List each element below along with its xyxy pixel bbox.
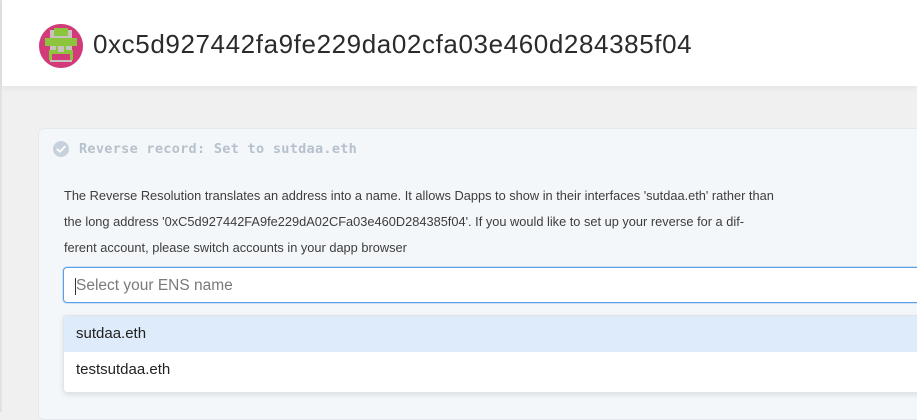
identicon-avatar bbox=[39, 24, 83, 68]
address-header: 0xc5d927442fa9fe229da02cfa03e460d284385f… bbox=[2, 0, 917, 86]
ens-name-select[interactable]: Select your ENS name bbox=[63, 267, 917, 303]
account-address: 0xc5d927442fa9fe229da02cfa03e460d284385f… bbox=[93, 29, 693, 59]
description-line: the long address '0xC5d927442FA9fe229dA0… bbox=[64, 214, 745, 229]
ens-name-dropdown-menu: sutdaa.eth testsutdaa.eth bbox=[63, 315, 917, 393]
reverse-record-panel: Reverse record: Set to sutdaa.eth The Re… bbox=[38, 128, 917, 420]
reverse-record-title: Reverse record: Set to sutdaa.eth bbox=[79, 141, 358, 157]
dropdown-option-sutdaa[interactable]: sutdaa.eth bbox=[64, 316, 917, 352]
reverse-record-header[interactable]: Reverse record: Set to sutdaa.eth bbox=[53, 139, 357, 159]
ens-name-select-placeholder: Select your ENS name bbox=[76, 277, 233, 294]
reverse-resolution-description: The Reverse Resolution translates an add… bbox=[64, 183, 844, 261]
description-line: The Reverse Resolution translates an add… bbox=[64, 188, 774, 203]
dropdown-option-testsutdaa[interactable]: testsutdaa.eth bbox=[64, 352, 917, 388]
check-circle-icon bbox=[53, 141, 69, 157]
description-line: ferent account, please switch accounts i… bbox=[64, 240, 407, 255]
